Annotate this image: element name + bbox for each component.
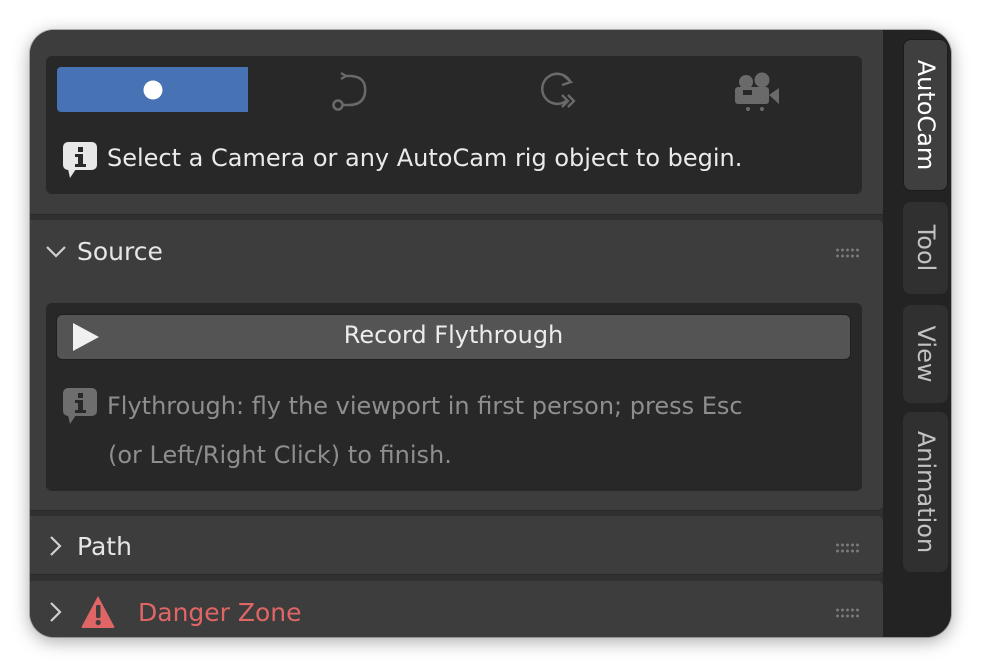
info-icon	[63, 388, 97, 424]
info-icon	[63, 142, 97, 178]
flythrough-hint-line1: Flythrough: fly the viewport in first pe…	[107, 392, 743, 420]
sidebar-content: Select a Camera or any AutoCam rig objec…	[30, 30, 883, 637]
path-panel-title[interactable]: Path	[77, 532, 132, 561]
path-curve-icon	[332, 72, 367, 111]
drag-handle-icon[interactable]	[835, 607, 861, 619]
mode-tab-dot[interactable]	[57, 67, 248, 112]
orbit-icon	[541, 72, 576, 108]
chevron-right-icon[interactable]	[48, 535, 64, 557]
drag-handle-icon[interactable]	[835, 542, 861, 554]
tab-tool-label: Tool	[911, 224, 940, 272]
header-info-text: Select a Camera or any AutoCam rig objec…	[107, 144, 743, 172]
properties-window: Select a Camera or any AutoCam rig objec…	[30, 30, 951, 637]
drag-handle-icon[interactable]	[835, 247, 861, 259]
danger-zone-panel: Danger Zone	[30, 581, 883, 637]
mode-tab-orbit[interactable]	[450, 67, 660, 112]
chevron-right-icon[interactable]	[48, 601, 64, 623]
source-panel-title[interactable]: Source	[77, 237, 163, 266]
tab-tool[interactable]: Tool	[903, 202, 948, 294]
tab-view[interactable]: View	[903, 305, 948, 403]
danger-zone-title[interactable]: Danger Zone	[138, 598, 302, 627]
camera-icon	[735, 72, 779, 111]
mode-tab-camera[interactable]	[662, 67, 862, 112]
tab-animation[interactable]: Animation	[903, 412, 948, 572]
autocam-header-panel: Select a Camera or any AutoCam rig objec…	[30, 30, 883, 215]
tab-view-label: View	[911, 325, 940, 383]
mode-tab-path[interactable]	[249, 67, 449, 112]
record-flythrough-button[interactable]: Record Flythrough	[56, 314, 851, 360]
dot-icon	[143, 80, 163, 100]
warning-icon	[81, 596, 115, 628]
tab-autocam[interactable]: AutoCam	[903, 39, 948, 191]
flythrough-hint-line2: (or Left/Right Click) to finish.	[108, 441, 452, 469]
chevron-down-icon[interactable]	[45, 244, 67, 260]
record-flythrough-label: Record Flythrough	[343, 321, 564, 349]
tab-animation-label: Animation	[911, 430, 940, 554]
path-panel: Path	[30, 516, 883, 575]
tab-autocam-label: AutoCam	[911, 59, 940, 171]
